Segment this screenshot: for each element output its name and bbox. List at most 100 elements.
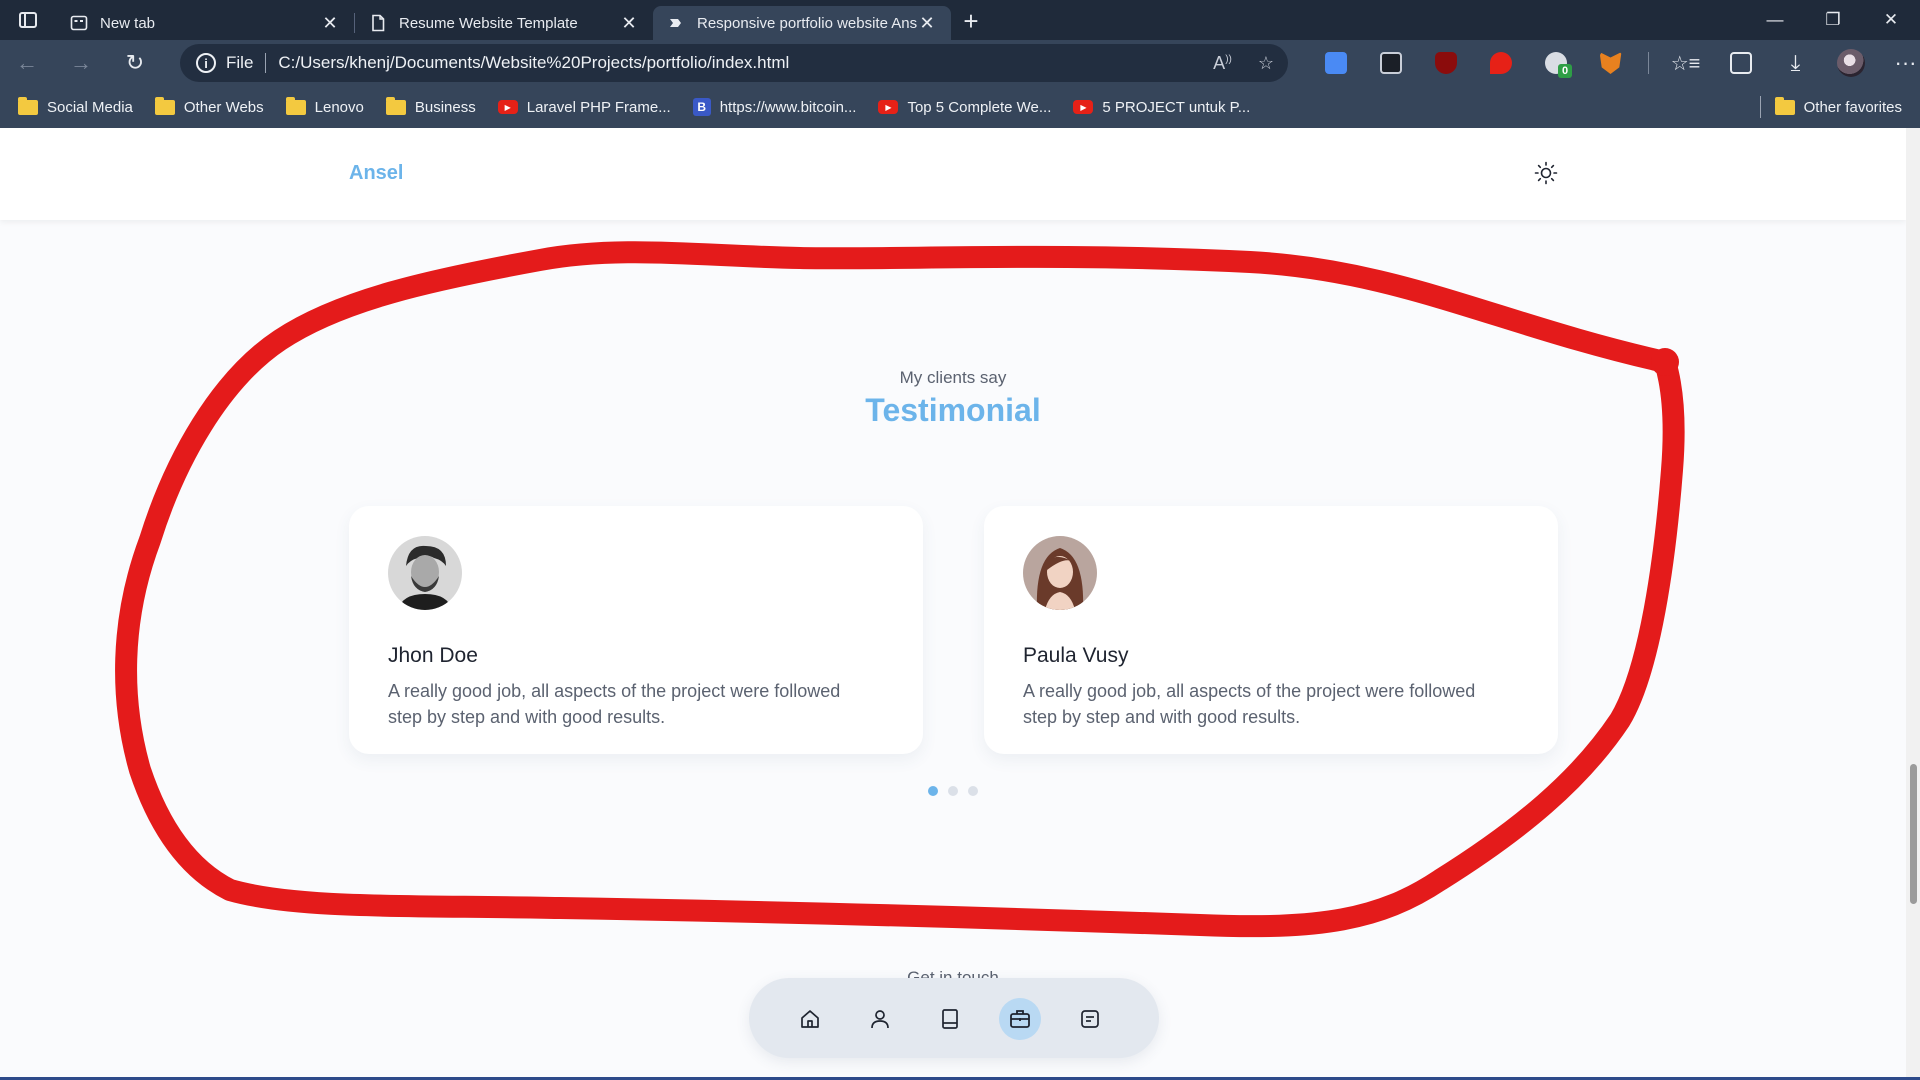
carousel-pagination [928, 786, 978, 796]
pagination-dot[interactable] [948, 786, 958, 796]
testimonial-card[interactable]: Paula Vusy A really good job, all aspect… [984, 506, 1558, 754]
testimonial-text: A really good job, all aspects of the pr… [388, 681, 841, 727]
profile-avatar[interactable] [1823, 40, 1878, 86]
pagination-dot[interactable] [928, 786, 938, 796]
restore-icon[interactable]: ❐ [1804, 0, 1862, 40]
new-tab-button[interactable]: + [951, 6, 991, 37]
folder-icon [1774, 96, 1795, 115]
bookmark-label: https://www.bitcoin... [719, 98, 857, 116]
address-divider [265, 53, 267, 73]
folder-icon [154, 96, 175, 115]
bookmark-lenovo[interactable]: Lenovo [285, 96, 364, 116]
close-icon[interactable]: ✕ [619, 13, 639, 34]
other-favorites-folder[interactable]: Other favorites [1774, 96, 1902, 116]
favorites-icon[interactable]: ☆≡ [1658, 40, 1713, 86]
folder-icon [385, 96, 406, 115]
nav-contact[interactable] [1069, 998, 1111, 1040]
bookmark-5project[interactable]: ▶ 5 PROJECT untuk P... [1073, 99, 1250, 116]
nav-home[interactable] [789, 998, 831, 1040]
tab-title: Resume Website Template [399, 14, 578, 32]
folder-icon [18, 96, 38, 115]
bookmark-label: Social Media [47, 98, 133, 116]
bookmark-label: Top 5 Complete We... [907, 98, 1052, 116]
translate-extension[interactable] [1308, 40, 1363, 86]
save-extension[interactable] [1363, 40, 1418, 86]
bottom-nav [749, 978, 1159, 1058]
nav-portfolio[interactable] [999, 998, 1041, 1040]
extension-badge: 0 [1558, 64, 1572, 78]
avatar [1836, 49, 1865, 77]
refresh-icon[interactable]: ↻ [108, 40, 162, 86]
site-logo[interactable]: Ansel [349, 162, 403, 185]
bookmark-label: Other favorites [1803, 98, 1902, 116]
extensions-bar: 0 ☆≡ ⤓ ··· [1308, 40, 1920, 86]
forward-icon[interactable]: → [54, 40, 108, 86]
folder-icon [285, 96, 306, 115]
protocol-label: File [226, 53, 254, 72]
browser-tab-bar: New tab ✕ Resume Website Template ✕ Resp… [0, 0, 1920, 40]
bookmark-label: Lenovo [314, 98, 364, 116]
browser-tab-new-tab[interactable]: New tab ✕ [56, 6, 354, 40]
bitcoin-b-icon: B [692, 98, 711, 116]
settings-more-icon[interactable]: ··· [1878, 40, 1920, 86]
book-icon [942, 1009, 958, 1029]
translate-icon [1324, 52, 1347, 74]
page-viewport: Ansel My clients say Testimonial Jhon Do… [0, 128, 1906, 1078]
back-icon[interactable]: ← [0, 40, 54, 86]
counter-extension[interactable]: 0 [1528, 40, 1583, 86]
sun-icon[interactable] [1534, 161, 1558, 185]
browser-tab-portfolio[interactable]: Responsive portfolio website Ansel ✕ [653, 6, 951, 40]
testimonial-card[interactable]: Jhon Doe A really good job, all aspects … [349, 506, 923, 754]
bookmark-other-webs[interactable]: Other Webs [154, 96, 264, 116]
site-header: Ansel [0, 128, 1906, 220]
youtube-extension[interactable] [1473, 40, 1528, 86]
fox-icon [1599, 52, 1622, 74]
section-title: Testimonial [865, 392, 1041, 428]
tab-title: New tab [100, 14, 156, 32]
ublock-extension[interactable] [1418, 40, 1473, 86]
close-window-icon[interactable]: ✕ [1862, 0, 1920, 40]
bookmark-bitcoin[interactable]: Bhttps://www.bitcoin... [692, 98, 857, 116]
bookmark-top5[interactable]: ▶ Top 5 Complete We... [878, 99, 1051, 116]
close-icon[interactable]: ✕ [320, 13, 340, 34]
nav-skills[interactable] [929, 998, 971, 1040]
shield-icon [1434, 52, 1457, 74]
tab-title: Responsive portfolio website Ansel [697, 14, 917, 32]
page-scrollbar[interactable] [1906, 128, 1920, 1078]
site-favicon-icon [670, 19, 681, 27]
window-controls: — ❐ ✕ [1746, 0, 1920, 40]
browser-tab-resume[interactable]: Resume Website Template ✕ [355, 6, 653, 40]
bookmarks-bar: Social Media Other Webs Lenovo Business … [0, 86, 1920, 128]
tab-actions-button[interactable] [0, 0, 56, 40]
document-icon [372, 14, 385, 32]
bookmark-label: Laravel PHP Frame... [526, 98, 671, 116]
url-text[interactable]: C:/Users/khenj/Documents/Website%20Proje… [278, 53, 789, 73]
close-icon[interactable]: ✕ [917, 13, 937, 34]
metamask-extension[interactable] [1583, 40, 1638, 86]
bookmark-label: 5 PROJECT untuk P... [1102, 98, 1251, 116]
play-icon [1489, 52, 1512, 74]
bookmark-label: Other Webs [183, 98, 264, 116]
bookmark-social-media[interactable]: Social Media [18, 96, 133, 116]
collections-icon[interactable] [1713, 40, 1768, 86]
add-favorite-icon[interactable]: ☆ [1258, 53, 1274, 74]
youtube-icon: ▶ [1073, 100, 1094, 114]
nav-about[interactable] [859, 998, 901, 1040]
minimize-icon[interactable]: — [1746, 0, 1804, 40]
toolbar-divider [1638, 40, 1658, 86]
collections-glyph [1729, 52, 1752, 74]
bookmark-laravel[interactable]: ▶ Laravel PHP Frame... [497, 98, 671, 116]
address-bar[interactable]: i File C:/Users/khenj/Documents/Website%… [180, 44, 1288, 82]
other-favorites[interactable]: Other favorites [1759, 96, 1902, 118]
new-tab-page-icon [70, 15, 88, 31]
pagination-dot[interactable] [968, 786, 978, 796]
downloads-icon[interactable]: ⤓ [1768, 40, 1823, 86]
site-info-icon[interactable]: i [196, 53, 216, 73]
briefcase-icon [1010, 1010, 1030, 1028]
read-aloud-icon[interactable]: A)) [1213, 53, 1232, 74]
testimonial-name: Jhon Doe [388, 644, 478, 667]
scrollbar-thumb[interactable] [1910, 764, 1917, 904]
browser-toolbar: ← → ↻ i File C:/Users/khenj/Documents/We… [0, 40, 1920, 86]
message-icon [1081, 1010, 1099, 1028]
bookmark-business[interactable]: Business [385, 96, 476, 116]
